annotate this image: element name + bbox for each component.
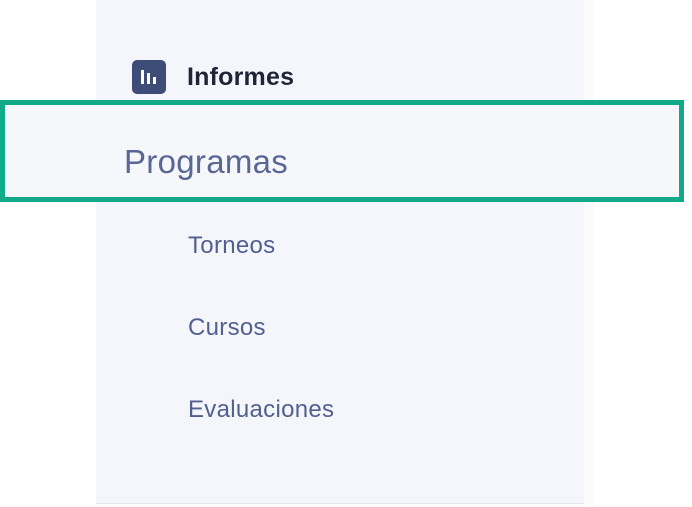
sidebar-scroll-rail bbox=[584, 0, 594, 507]
sidebar-item-programas[interactable]: Programas bbox=[0, 100, 684, 202]
sidebar-subitem-evaluaciones[interactable]: Evaluaciones bbox=[188, 398, 334, 422]
sidebar-subitem-torneos[interactable]: Torneos bbox=[188, 234, 275, 258]
bar-chart-icon bbox=[132, 60, 166, 94]
sidebar-section-informes[interactable]: Informes bbox=[132, 60, 294, 94]
section-label: Informes bbox=[187, 62, 295, 91]
sidebar-subitem-cursos[interactable]: Cursos bbox=[188, 316, 266, 340]
sidebar-item-label: Programas bbox=[124, 143, 289, 180]
